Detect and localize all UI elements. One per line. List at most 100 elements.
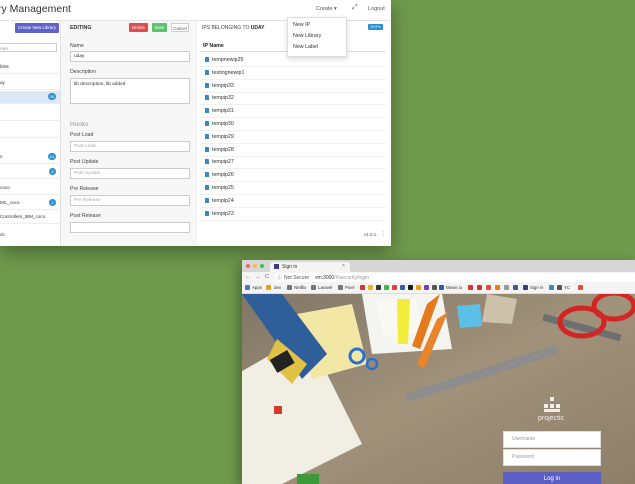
menu-item-new-ip[interactable]: New IP (293, 22, 310, 28)
bookmark-movie-io[interactable]: Movie.io (446, 285, 462, 290)
close-window-icon[interactable] (246, 264, 250, 268)
ip-row[interactable]: tempip26 (200, 169, 386, 183)
site-icon[interactable] (424, 285, 429, 290)
library-item[interactable]: coco (0, 182, 60, 195)
library-item[interactable]: MC_coco 2 (0, 197, 60, 210)
url-input[interactable]: ⓘ Not Secure vm:3000/#/security/login (275, 273, 635, 282)
ip-row[interactable]: tempip25 (200, 182, 386, 195)
site-icon[interactable] (400, 285, 405, 290)
ip-row[interactable]: tempip31 (200, 105, 386, 119)
site-icon[interactable] (504, 285, 509, 290)
browser-tab[interactable]: Sign in × (270, 262, 350, 272)
library-search-input[interactable]: rties (0, 43, 57, 52)
ip-name: tempip23 (212, 210, 234, 217)
ip-row[interactable]: tempip27 (200, 156, 386, 170)
site-icon[interactable] (477, 285, 482, 290)
create-library-button[interactable]: Create New Library (15, 23, 59, 33)
site-icon[interactable] (392, 285, 397, 290)
count-badge: 6 (49, 168, 56, 175)
create-menu-button[interactable]: Create ▾ (316, 6, 337, 12)
post-update-field[interactable]: Post Update (70, 168, 190, 179)
ip-name: tempip31 (212, 108, 234, 115)
site-icon[interactable] (408, 285, 413, 290)
ip-row[interactable]: tempip29 (200, 131, 386, 144)
site-icon[interactable] (416, 285, 421, 290)
bookmark-laravel[interactable]: Laravel (318, 285, 332, 290)
bookmarks-bar: Apps dev Netflix Laravel Pixel Movie.io … (242, 283, 635, 294)
library-editor: EDITING Delete Save Cancel Name uday Des… (61, 21, 195, 246)
ip-name: tempip28 (212, 146, 234, 153)
site-icon[interactable] (578, 285, 583, 290)
reload-icon[interactable]: C (265, 274, 269, 280)
post-load-field[interactable]: Post Load (70, 141, 190, 152)
post-update-label: Post Update (70, 159, 99, 165)
minimize-window-icon[interactable] (253, 264, 257, 268)
ip-row[interactable]: tempip33 (200, 80, 386, 93)
expand-icon[interactable]: ⤢ (352, 4, 358, 12)
ip-row[interactable]: tempip23 (200, 208, 386, 221)
create-dropdown: New IP New Library New Label (287, 17, 347, 57)
site-icon[interactable] (368, 285, 373, 290)
menu-item-new-label[interactable]: New Label (293, 44, 318, 50)
library-item[interactable] (0, 125, 60, 138)
forward-icon[interactable]: → (255, 274, 261, 280)
library-item[interactable]: 6 (0, 166, 60, 179)
site-icon[interactable] (376, 285, 381, 290)
site-icon[interactable] (468, 285, 473, 290)
ip-row[interactable]: testingnewip1 (200, 67, 386, 80)
close-tab-icon[interactable]: × (342, 263, 345, 269)
site-icon[interactable] (360, 285, 365, 290)
file-icon (205, 172, 209, 178)
bookmark-dev[interactable]: dev (274, 285, 281, 290)
site-icon[interactable] (384, 285, 389, 290)
info-icon[interactable]: ⋮ (381, 231, 386, 237)
pre-release-field[interactable]: Pre Release (70, 195, 190, 206)
library-item[interactable]: ay (0, 77, 60, 90)
site-icon[interactable] (432, 285, 437, 290)
site-icon[interactable] (495, 285, 500, 290)
save-button[interactable]: Save (152, 23, 167, 32)
bookmark-yc[interactable]: YC (564, 285, 570, 290)
site-icon[interactable] (549, 285, 554, 290)
version-label: v1.0.1 (364, 232, 377, 237)
password-field[interactable]: Password (503, 449, 601, 466)
ip-row[interactable]: tempip24 (200, 195, 386, 208)
logout-link[interactable]: Logout (368, 6, 385, 12)
ip-name: testingnewip1 (212, 69, 245, 76)
site-icon[interactable] (486, 285, 491, 290)
name-field[interactable]: uday (70, 51, 190, 62)
cancel-button[interactable]: Cancel (171, 23, 189, 32)
bookmark-netflix[interactable]: Netflix (294, 285, 306, 290)
site-icon[interactable] (513, 285, 518, 290)
hooks-heading: Hooks (70, 121, 89, 128)
post-release-field[interactable] (70, 222, 190, 233)
library-item[interactable] (0, 108, 60, 121)
ip-name: tempip30 (212, 121, 234, 127)
ip-row[interactable]: tempip28 (200, 144, 386, 157)
library-item[interactable]: n 24 (0, 151, 60, 164)
library-item[interactable]: bhi6 (0, 61, 60, 74)
library-item[interactable]: Controllers_IBM_coco (0, 211, 60, 224)
ip-row[interactable]: tempip30 (200, 118, 386, 131)
bookmark-sign-in[interactable]: Sign in (530, 285, 543, 290)
ip-name: tempip29 (212, 133, 234, 140)
bookmark-pixel[interactable]: Pixel (345, 285, 355, 290)
description-field[interactable]: lib description, lib added (70, 78, 190, 104)
info-icon[interactable]: ⓘ (277, 274, 282, 281)
menu-item-new-library[interactable]: New Library (293, 33, 321, 39)
file-icon (205, 82, 209, 88)
file-icon (205, 210, 209, 216)
username-field[interactable]: Username (503, 431, 601, 448)
delete-button[interactable]: Delete (129, 23, 148, 32)
browser-window: Sign in × ← → C ⓘ Not Secure vm:3000/#/s… (242, 260, 635, 484)
file-icon (205, 95, 209, 101)
ip-count-badge: 29 IPs (368, 24, 383, 30)
login-button[interactable]: Log in (503, 472, 601, 484)
back-icon[interactable]: ← (245, 274, 251, 280)
count-badge: 24 (47, 153, 56, 160)
library-item-active[interactable]: 28 (0, 91, 60, 104)
ip-row[interactable]: tempip32 (200, 92, 386, 106)
file-icon (205, 159, 209, 165)
bookmark-apps[interactable]: Apps (252, 285, 262, 290)
maximize-window-icon[interactable] (260, 264, 264, 268)
